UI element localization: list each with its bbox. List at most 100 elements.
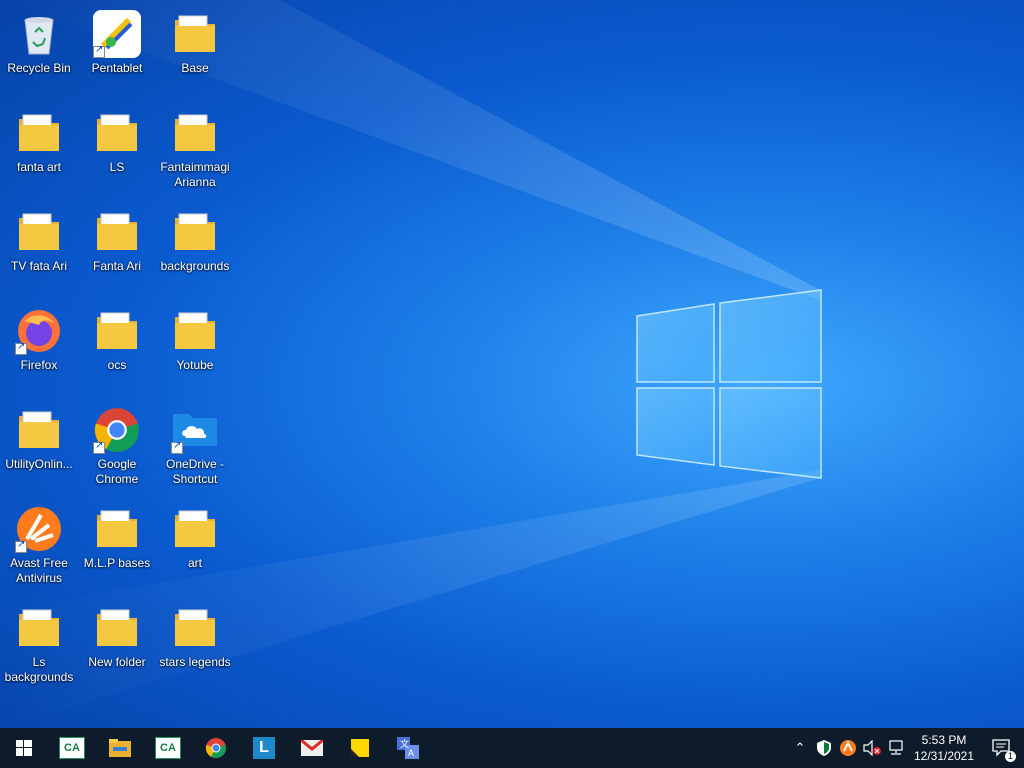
desktop-icon-fantaimmagi-arianna[interactable]: Fantaimmagi Arianna	[156, 103, 234, 193]
volume-muted-icon	[863, 740, 881, 756]
credit-agricole-icon: CA	[59, 737, 85, 759]
folder-icon	[171, 10, 219, 58]
desktop-icon-utilityonlin[interactable]: UtilityOnlin...	[0, 400, 78, 490]
action-center-button[interactable]: 1	[980, 728, 1024, 768]
desktop-icon-grid: Recycle Bin Pentablet Base fanta art LS Fanta…	[0, 0, 240, 720]
taskbar-credit-agricole-2[interactable]: CA	[144, 728, 192, 768]
folder-icon	[15, 406, 63, 454]
desktop-icon-label: ocs	[107, 358, 127, 372]
shortcut-arrow-icon	[15, 539, 27, 553]
chrome-icon	[205, 738, 226, 759]
desktop-icon-new-folder[interactable]: New folder	[78, 598, 156, 688]
shortcut-arrow-icon	[15, 341, 27, 355]
desktop-icon-fanta-ari[interactable]: Fanta Ari	[78, 202, 156, 292]
shortcut-arrow-icon	[93, 440, 105, 454]
taskbar-translator[interactable]: 文 A	[384, 728, 432, 768]
folder-icon	[171, 307, 219, 355]
folder-icon	[15, 109, 63, 157]
desktop-icon-label: Fantaimmagi Arianna	[160, 160, 230, 189]
sticky-notes-icon	[351, 739, 369, 757]
credit-agricole-text: CA	[64, 742, 80, 754]
desktop-icon-label: Recycle Bin	[7, 61, 71, 75]
desktop-icon-art[interactable]: art	[156, 499, 234, 589]
shortcut-arrow-icon	[171, 440, 183, 454]
taskbar-chrome[interactable]	[192, 728, 240, 768]
desktop-icon-label: stars legends	[159, 655, 231, 669]
folder-icon	[93, 505, 141, 553]
avast-icon	[840, 740, 856, 756]
desktop-icon-stars-legends[interactable]: stars legends	[156, 598, 234, 688]
taskbar-clock[interactable]: 5:53 PM 12/31/2021	[908, 732, 980, 764]
desktop-icon-onedrive-shortcut[interactable]: OneDrive - Shortcut	[156, 400, 234, 490]
desktop-icon-label: LS	[109, 160, 125, 174]
desktop-icon-tv-fata-ari[interactable]: TV fata Ari	[0, 202, 78, 292]
desktop-icon-m-l-p-bases[interactable]: M.L.P bases	[78, 499, 156, 589]
system-tray: ⌃ 5:53 PM 12/31/2021 1	[788, 728, 1024, 768]
desktop-icon-yotube[interactable]: Yotube	[156, 301, 234, 391]
taskbar: CA CA L 文 A ⌃ 5:53 PM 12/31/2021 1	[0, 728, 1024, 768]
show-hidden-icons-button[interactable]: ⌃	[788, 728, 812, 768]
desktop-icon-label: fanta art	[16, 160, 62, 174]
desktop-icon-ocs[interactable]: ocs	[78, 301, 156, 391]
desktop-icon-label: art	[187, 556, 202, 570]
taskbar-credit-agricole-1[interactable]: CA	[48, 728, 96, 768]
shield-icon	[817, 740, 831, 756]
l-app-icon: L	[253, 737, 275, 759]
shortcut-arrow-icon	[93, 44, 105, 58]
start-button[interactable]	[0, 728, 48, 768]
desktop-icon-label: Avast Free Antivirus	[10, 556, 68, 585]
desktop-icon-label: Base	[181, 61, 209, 75]
file-explorer-icon	[109, 739, 131, 757]
taskbar-mail[interactable]	[288, 728, 336, 768]
desktop-icon-label: UtilityOnlin...	[5, 457, 73, 471]
chevron-up-icon: ⌃	[794, 740, 806, 755]
network-tray-button[interactable]	[884, 728, 908, 768]
network-icon	[889, 740, 903, 755]
desktop-icon-label: Firefox	[20, 358, 58, 372]
recycle-bin-icon	[15, 10, 63, 58]
desktop-icon-backgrounds[interactable]: backgrounds	[156, 202, 234, 292]
desktop-icon-label: TV fata Ari	[10, 259, 68, 273]
onedrive-folder-icon	[171, 406, 219, 454]
desktop-icon-label: Ls backgrounds	[4, 655, 74, 684]
desktop-icon-label: Fanta Ari	[92, 259, 142, 273]
taskbar-l-app[interactable]: L	[240, 728, 288, 768]
folder-icon	[15, 208, 63, 256]
desktop-icon-label: M.L.P bases	[83, 556, 151, 570]
firefox-icon	[15, 307, 63, 355]
desktop-icon-base[interactable]: Base	[156, 4, 234, 94]
desktop-icon-ls[interactable]: LS	[78, 103, 156, 193]
folder-icon	[171, 109, 219, 157]
desktop-icon-fanta-art[interactable]: fanta art	[0, 103, 78, 193]
desktop-icon-label: Yotube	[176, 358, 214, 372]
windows-logo-icon	[16, 740, 32, 756]
desktop-icon-label: Google Chrome	[95, 457, 139, 486]
clock-date: 12/31/2021	[913, 749, 975, 763]
clock-time: 5:53 PM	[921, 733, 967, 747]
folder-icon	[93, 109, 141, 157]
pentablet-app-icon	[93, 10, 141, 58]
folder-icon	[171, 505, 219, 553]
svg-text:A: A	[408, 748, 414, 758]
desktop-icon-recycle-bin[interactable]: Recycle Bin	[0, 4, 78, 94]
l-app-text: L	[259, 739, 269, 756]
folder-icon	[93, 604, 141, 652]
desktop-icon-firefox[interactable]: Firefox	[0, 301, 78, 391]
desktop-icon-label: New folder	[88, 655, 146, 669]
volume-tray-button[interactable]	[860, 728, 884, 768]
desktop-icon-pentablet[interactable]: Pentablet	[78, 4, 156, 94]
desktop-icon-avast-free-antivirus[interactable]: Avast Free Antivirus	[0, 499, 78, 589]
desktop-icon-ls-backgrounds[interactable]: Ls backgrounds	[0, 598, 78, 688]
folder-icon	[15, 604, 63, 652]
folder-icon	[93, 208, 141, 256]
taskbar-sticky-notes[interactable]	[336, 728, 384, 768]
desktop-icon-google-chrome[interactable]: Google Chrome	[78, 400, 156, 490]
folder-icon	[93, 307, 141, 355]
desktop-icon-label: backgrounds	[160, 259, 230, 273]
credit-agricole-icon: CA	[155, 737, 181, 759]
defender-tray-button[interactable]	[812, 728, 836, 768]
avast-tray-button[interactable]	[836, 728, 860, 768]
folder-icon	[171, 208, 219, 256]
taskbar-file-explorer[interactable]	[96, 728, 144, 768]
desktop-icon-label: Pentablet	[91, 61, 143, 75]
